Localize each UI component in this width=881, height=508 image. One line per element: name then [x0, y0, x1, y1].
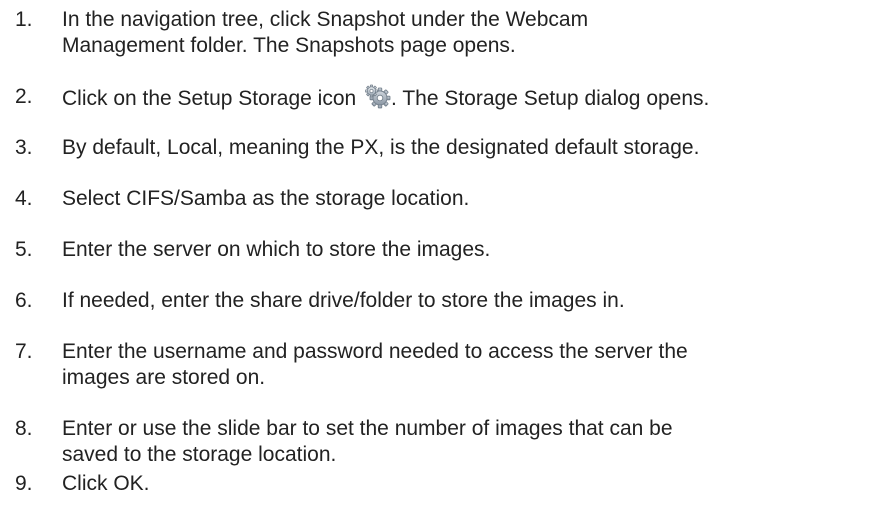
step-number: 7. [15, 340, 33, 363]
step-number: 4. [15, 187, 33, 210]
step-text-before-icon: Click on the Setup Storage icon [62, 87, 357, 110]
step-line: Enter the username and password needed t… [62, 340, 688, 363]
step-line: images are stored on. [62, 366, 266, 389]
step-number: 5. [15, 238, 33, 261]
step-text: Click OK. [62, 471, 877, 497]
step-line: If needed, enter the share drive/folder … [62, 289, 625, 312]
step-text-after-icon: . The Storage Setup dialog opens. [391, 87, 710, 110]
step-number: 2. [15, 85, 33, 108]
step-number: 1. [15, 8, 33, 31]
step-text: Click on the Setup Storage icon . The St… [62, 84, 877, 112]
step-number: 9. [15, 472, 33, 495]
step-text: Select CIFS/Samba as the storage locatio… [62, 186, 877, 212]
step-line: Click OK. [62, 472, 150, 495]
step-line: In the navigation tree, click Snapshot u… [62, 8, 589, 31]
step-text: Enter the server on which to store the i… [62, 237, 877, 263]
step-text: Enter the username and password needed t… [62, 339, 877, 391]
step-line: Management folder. The Snapshots page op… [62, 34, 516, 57]
step-text: Enter or use the slide bar to set the nu… [62, 416, 877, 468]
step-number: 6. [15, 289, 33, 312]
step-line: Enter the server on which to store the i… [62, 238, 491, 261]
instruction-list: 1. In the navigation tree, click Snapsho… [0, 0, 881, 508]
step-line: Select CIFS/Samba as the storage locatio… [62, 187, 470, 210]
step-line: By default, Local, meaning the PX, is th… [62, 136, 700, 159]
step-line: Enter or use the slide bar to set the nu… [62, 417, 673, 440]
step-number: 3. [15, 136, 33, 159]
step-number: 8. [15, 417, 33, 440]
step-text: If needed, enter the share drive/folder … [62, 288, 877, 314]
gear-icon [365, 84, 391, 110]
step-line: saved to the storage location. [62, 443, 337, 466]
step-text: By default, Local, meaning the PX, is th… [62, 135, 877, 161]
step-text: In the navigation tree, click Snapshot u… [62, 7, 877, 59]
